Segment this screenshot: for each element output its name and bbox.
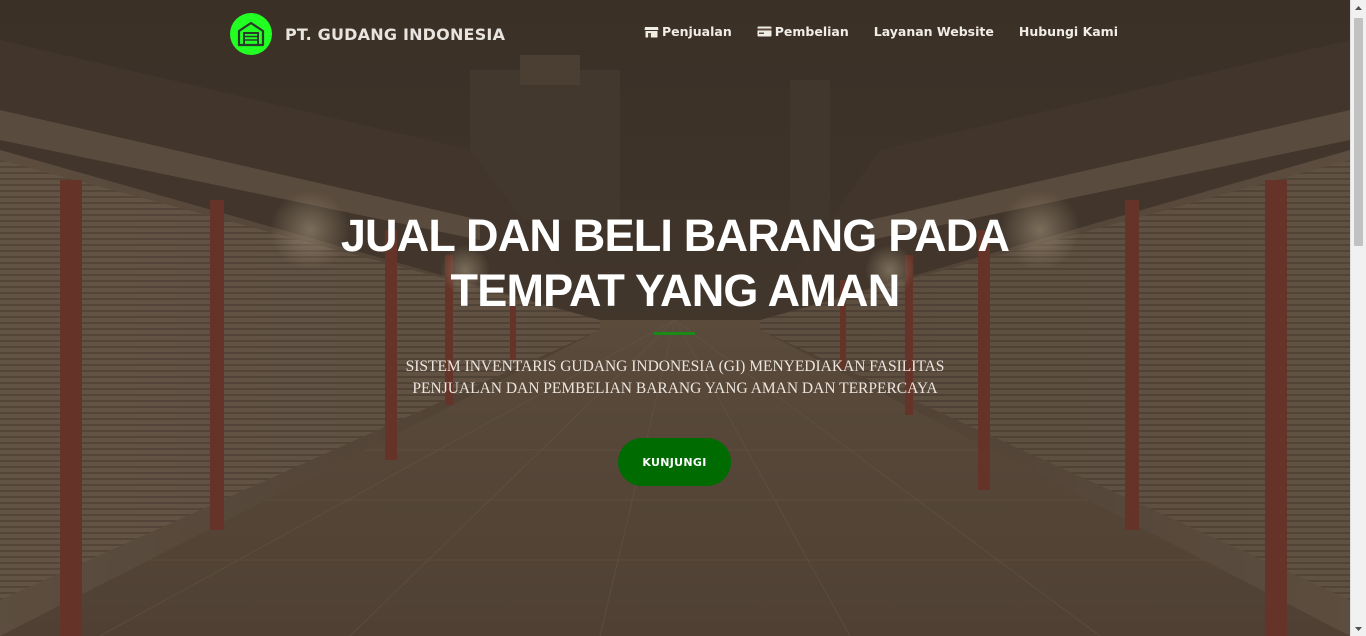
scrollbar-thumb[interactable] [1354,18,1363,246]
scroll-up-arrow-icon[interactable] [1351,0,1366,15]
page: PT. GUDANG INDONESIA Penjualan Pembelian [0,0,1366,636]
hero-headline-line: TEMPAT YANG AMAN [450,265,901,316]
kunjungi-button[interactable]: KUNJUNGI [618,438,731,486]
vertical-scrollbar[interactable] [1350,0,1366,636]
hero-subtitle-line: SISTEM INVENTARIS GUDANG INDONESIA (GI) … [405,358,945,375]
hero-headline: JUAL DAN BELI BARANG PADA TEMPAT YANG AM… [275,208,1075,318]
hero-divider [654,332,695,335]
scroll-down-arrow-icon[interactable] [1351,621,1366,636]
hero-headline-line: JUAL DAN BELI BARANG PADA [340,210,1010,261]
hero-subtitle-line: PENJUALAN DAN PEMBELIAN BARANG YANG AMAN… [412,380,938,397]
hero-section: JUAL DAN BELI BARANG PADA TEMPAT YANG AM… [0,0,1350,636]
hero-subtitle: SISTEM INVENTARIS GUDANG INDONESIA (GI) … [335,356,1015,400]
